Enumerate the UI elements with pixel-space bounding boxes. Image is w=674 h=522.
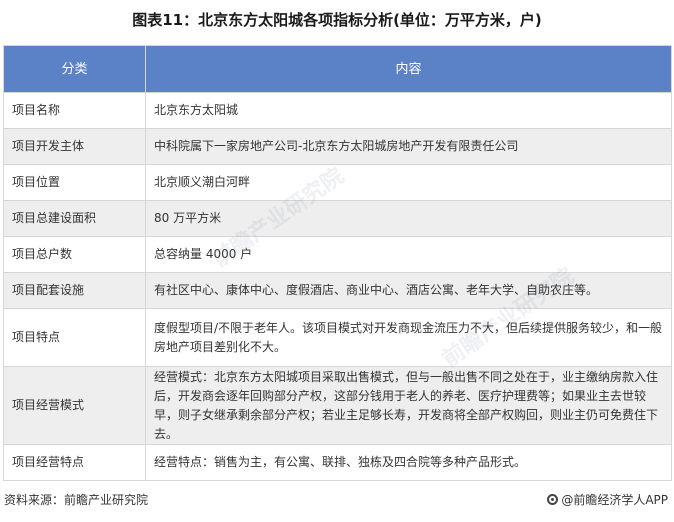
table-row: 项目位置 北京顺义潮白河畔 [3, 164, 672, 201]
row-category: 项目总户数 [3, 236, 146, 273]
row-content: 北京东方太阳城 [145, 92, 672, 129]
table-row: 项目配套设施 有社区中心、康体中心、度假酒店、商业中心、酒店公寓、老年大学、自助… [3, 272, 672, 309]
row-category: 项目总建设面积 [3, 200, 146, 237]
column-header-content: 内容 [145, 45, 672, 93]
row-category: 项目名称 [3, 92, 146, 129]
table-row: 项目经营模式 经营模式：北京东方太阳城项目采取出售模式，但与一般出售不同之处在于… [3, 366, 672, 445]
table-row: 项目总户数 总容纳量 4000 户 [3, 236, 672, 273]
table-header-row: 分类 内容 [3, 45, 672, 93]
row-category: 项目位置 [3, 164, 146, 201]
row-category: 项目配套设施 [3, 272, 146, 309]
source-note: 资料来源：前瞻产业研究院 [4, 493, 149, 507]
indicator-table: 分类 内容 项目名称 北京东方太阳城 项目开发主体 中科院属下一家房地产公司-北… [3, 45, 672, 481]
brand-credit: @前瞻经济学人APP [547, 492, 668, 508]
table-row: 项目总建设面积 80 万平方米 [3, 200, 672, 237]
brand-logo-icon [547, 494, 559, 505]
row-category: 项目经营模式 [3, 366, 146, 445]
brand-text: @前瞻经济学人APP [561, 493, 668, 507]
table-row: 项目特点 度假型项目/不限于老年人。该项目模式对开发商现金流压力不大，但后续提供… [3, 308, 672, 367]
row-content: 中科院属下一家房地产公司-北京东方太阳城房地产开发有限责任公司 [145, 128, 672, 165]
row-content: 有社区中心、康体中心、度假酒店、商业中心、酒店公寓、老年大学、自助农庄等。 [145, 272, 672, 309]
row-content: 总容纳量 4000 户 [145, 236, 672, 273]
table-row: 项目名称 北京东方太阳城 [3, 92, 672, 129]
row-category: 项目经营特点 [3, 444, 146, 481]
row-content: 度假型项目/不限于老年人。该项目模式对开发商现金流压力不大，但后续提供服务较少，… [145, 308, 672, 367]
row-category: 项目特点 [3, 308, 146, 367]
page-title: 图表11：北京东方太阳城各项指标分析(单位：万平方米，户) [132, 11, 542, 29]
row-content: 经营特点：销售为主，有公寓、联排、独栋及四合院等多种产品形式。 [145, 444, 672, 481]
row-content: 经营模式：北京东方太阳城项目采取出售模式，但与一般出售不同之处在于，业主缴纳房款… [145, 366, 672, 445]
row-content: 北京顺义潮白河畔 [145, 164, 672, 201]
table-row: 项目经营特点 经营特点：销售为主，有公寓、联排、独栋及四合院等多种产品形式。 [3, 444, 672, 481]
row-content: 80 万平方米 [145, 200, 672, 237]
table-row: 项目开发主体 中科院属下一家房地产公司-北京东方太阳城房地产开发有限责任公司 [3, 128, 672, 165]
column-header-category: 分类 [3, 45, 146, 93]
row-category: 项目开发主体 [3, 128, 146, 165]
